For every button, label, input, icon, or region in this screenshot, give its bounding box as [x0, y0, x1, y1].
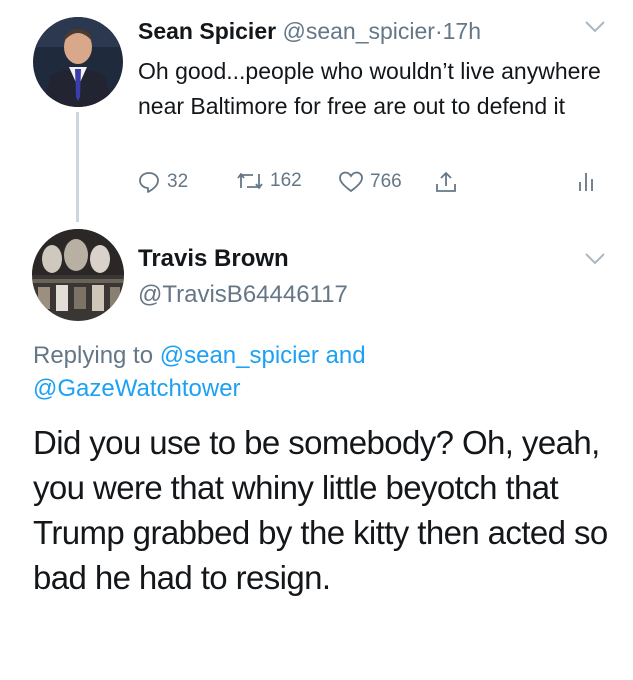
mention-link[interactable]: @GazeWatchtower: [33, 375, 241, 402]
chevron-down-icon[interactable]: [584, 20, 606, 39]
mention-link[interactable]: @sean_spicier: [160, 342, 319, 369]
avatar[interactable]: [32, 229, 124, 321]
analytics-icon: [576, 170, 596, 192]
replying-to-line: Replying to @sean_spicier and @GazeWatch…: [33, 339, 593, 405]
retweet-button[interactable]: 162: [236, 170, 302, 192]
replying-prefix: Replying to: [33, 342, 154, 369]
like-icon: [338, 170, 364, 194]
share-icon: [434, 170, 458, 194]
separator: ·: [434, 18, 443, 44]
like-button[interactable]: 766: [338, 170, 402, 194]
reply-button[interactable]: 32: [137, 170, 188, 194]
retweet-count: 162: [270, 170, 302, 191]
tweet-actions: 32 162 766: [0, 170, 633, 196]
tweet-text: Did you use to be somebody? Oh, yeah, yo…: [33, 424, 608, 596]
replying-and[interactable]: and: [326, 342, 366, 369]
handle[interactable]: @sean_spicier: [282, 18, 434, 44]
like-count: 766: [370, 171, 402, 192]
avatar[interactable]: [33, 17, 123, 107]
tweet-text: Oh good...people who wouldn’t live anywh…: [138, 58, 601, 119]
retweet-icon: [236, 170, 264, 192]
thread-line: [76, 112, 79, 222]
share-button[interactable]: [434, 170, 458, 194]
chevron-down-icon[interactable]: [584, 252, 606, 271]
timestamp[interactable]: 17h: [443, 18, 481, 44]
display-name[interactable]: Travis Brown: [138, 245, 289, 273]
reply-icon: [137, 170, 161, 194]
analytics-button[interactable]: [576, 170, 596, 192]
tweet-header: Sean Spicier @sean_spicier·17h: [138, 18, 481, 45]
display-name[interactable]: Sean Spicier: [138, 18, 276, 44]
handle[interactable]: @TravisB64446117: [138, 281, 348, 309]
reply-count: 32: [167, 171, 189, 192]
